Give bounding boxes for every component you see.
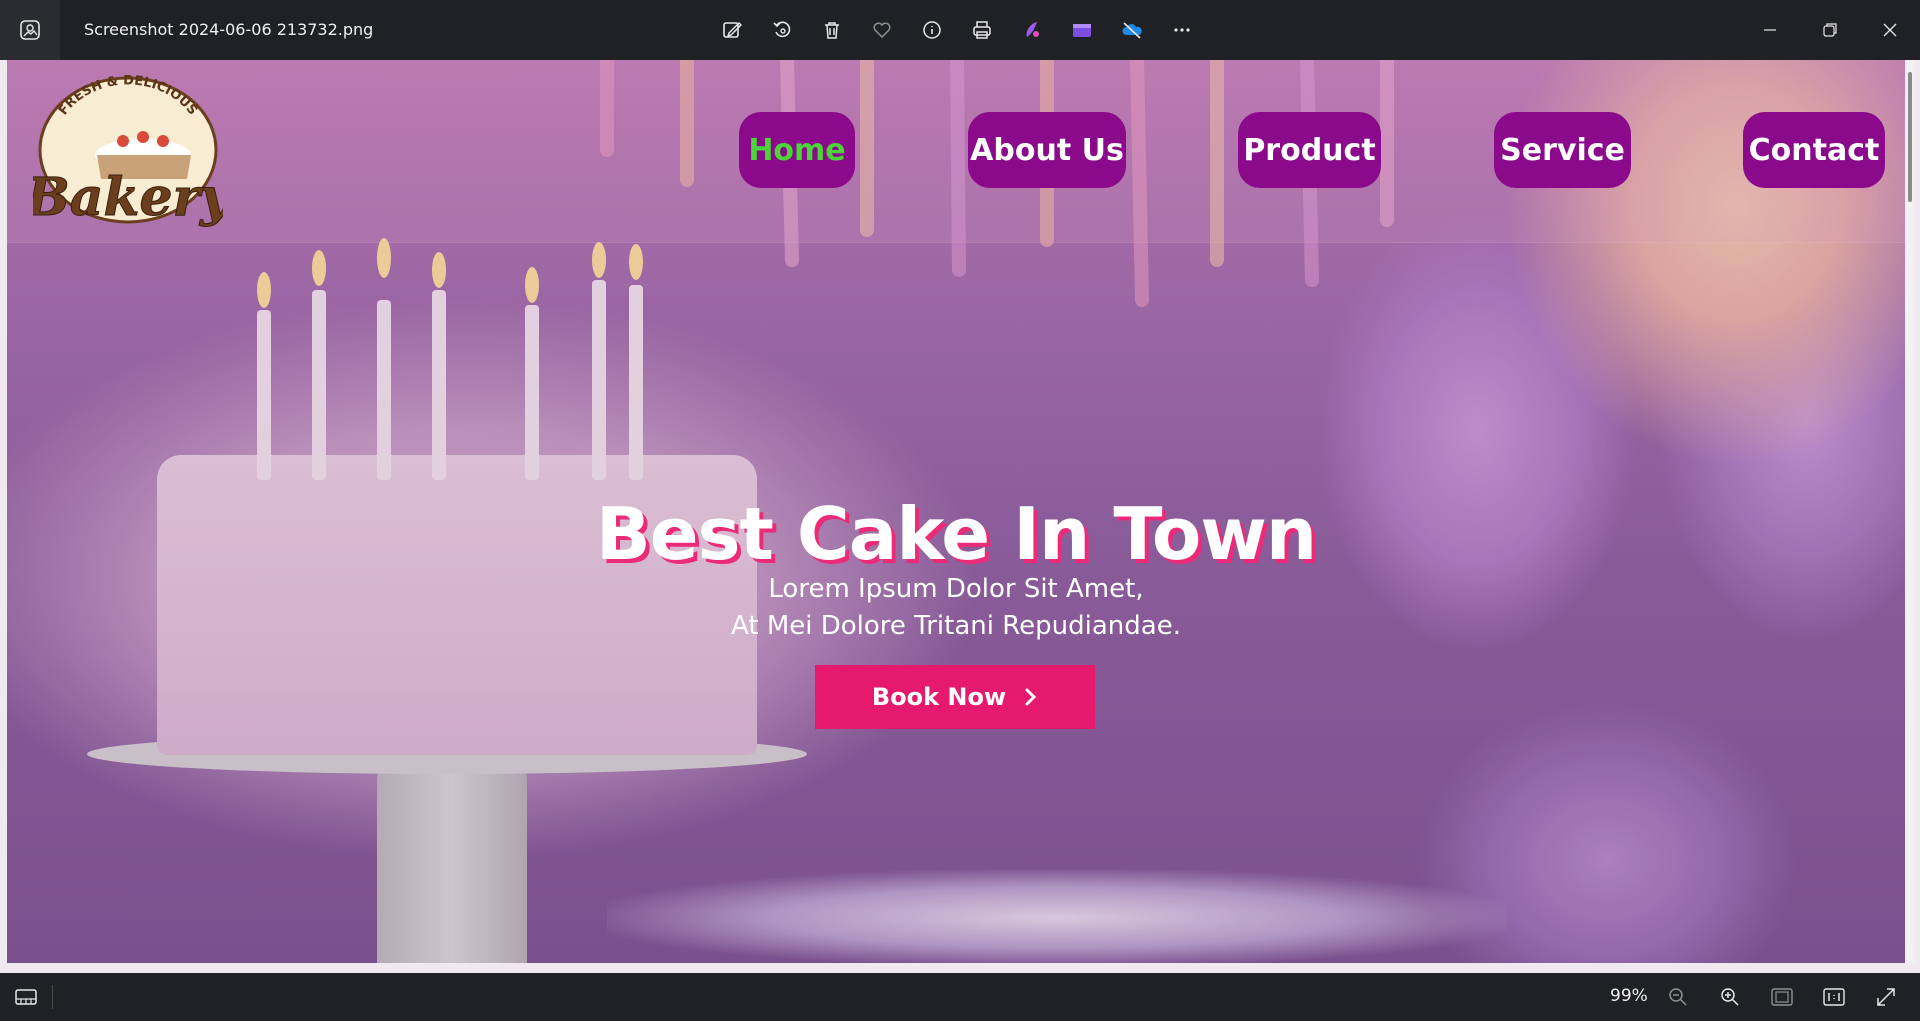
hero-title: Best Cake In Town bbox=[595, 492, 1317, 576]
close-icon[interactable] bbox=[1860, 0, 1920, 60]
photos-app-icon[interactable] bbox=[0, 0, 60, 60]
zoom-level: 99% bbox=[1610, 986, 1648, 1006]
viewer-toolbar bbox=[714, 12, 1200, 48]
zoom-controls bbox=[1660, 979, 1904, 1015]
chevron-right-icon bbox=[1025, 688, 1037, 706]
delete-icon[interactable] bbox=[814, 12, 850, 48]
displayed-image: FRESH & DELICIOUS Bakery Home About Us P… bbox=[7, 60, 1905, 963]
fullscreen-icon[interactable] bbox=[1868, 979, 1904, 1015]
minimize-icon[interactable] bbox=[1740, 0, 1800, 60]
fit-to-window-icon[interactable] bbox=[1764, 979, 1800, 1015]
window-controls bbox=[1740, 0, 1920, 60]
clipchamp-icon[interactable] bbox=[1064, 12, 1100, 48]
more-icon[interactable] bbox=[1164, 12, 1200, 48]
file-name: Screenshot 2024-06-06 213732.png bbox=[84, 20, 374, 39]
nav-about-us[interactable]: About Us bbox=[968, 112, 1126, 188]
favorite-heart-icon[interactable] bbox=[864, 12, 900, 48]
title-bar: Screenshot 2024-06-06 213732.png bbox=[0, 0, 1920, 60]
designer-icon[interactable] bbox=[1014, 12, 1050, 48]
scrollbar-thumb[interactable] bbox=[1908, 72, 1912, 202]
vertical-scrollbar[interactable] bbox=[1905, 60, 1915, 963]
nav-product[interactable]: Product bbox=[1238, 112, 1381, 188]
filmstrip-icon[interactable] bbox=[12, 985, 40, 1009]
status-bar: 99% bbox=[0, 973, 1920, 1021]
rotate-icon[interactable] bbox=[764, 12, 800, 48]
image-viewer: FRESH & DELICIOUS Bakery Home About Us P… bbox=[0, 60, 1920, 973]
print-icon[interactable] bbox=[964, 12, 1000, 48]
edit-image-icon[interactable] bbox=[714, 12, 750, 48]
hero-subtitle-line1: Lorem Ipsum Dolor Sit Amet, bbox=[768, 574, 1144, 604]
actual-size-icon[interactable] bbox=[1816, 979, 1852, 1015]
info-icon[interactable] bbox=[914, 12, 950, 48]
book-now-button[interactable]: Book Now bbox=[815, 665, 1095, 729]
book-now-label: Book Now bbox=[871, 683, 1007, 711]
nav-service[interactable]: Service bbox=[1494, 112, 1631, 188]
zoom-in-icon[interactable] bbox=[1712, 979, 1748, 1015]
onedrive-icon[interactable] bbox=[1114, 12, 1150, 48]
zoom-out-icon[interactable] bbox=[1660, 979, 1696, 1015]
restore-icon[interactable] bbox=[1800, 0, 1860, 60]
hero-subtitle-line2: At Mei Dolore Tritani Repudiandae. bbox=[731, 611, 1181, 641]
nav-contact[interactable]: Contact bbox=[1743, 112, 1885, 188]
nav-home[interactable]: Home bbox=[739, 112, 855, 188]
site-nav: Home About Us Product Service Contact bbox=[7, 112, 1905, 188]
